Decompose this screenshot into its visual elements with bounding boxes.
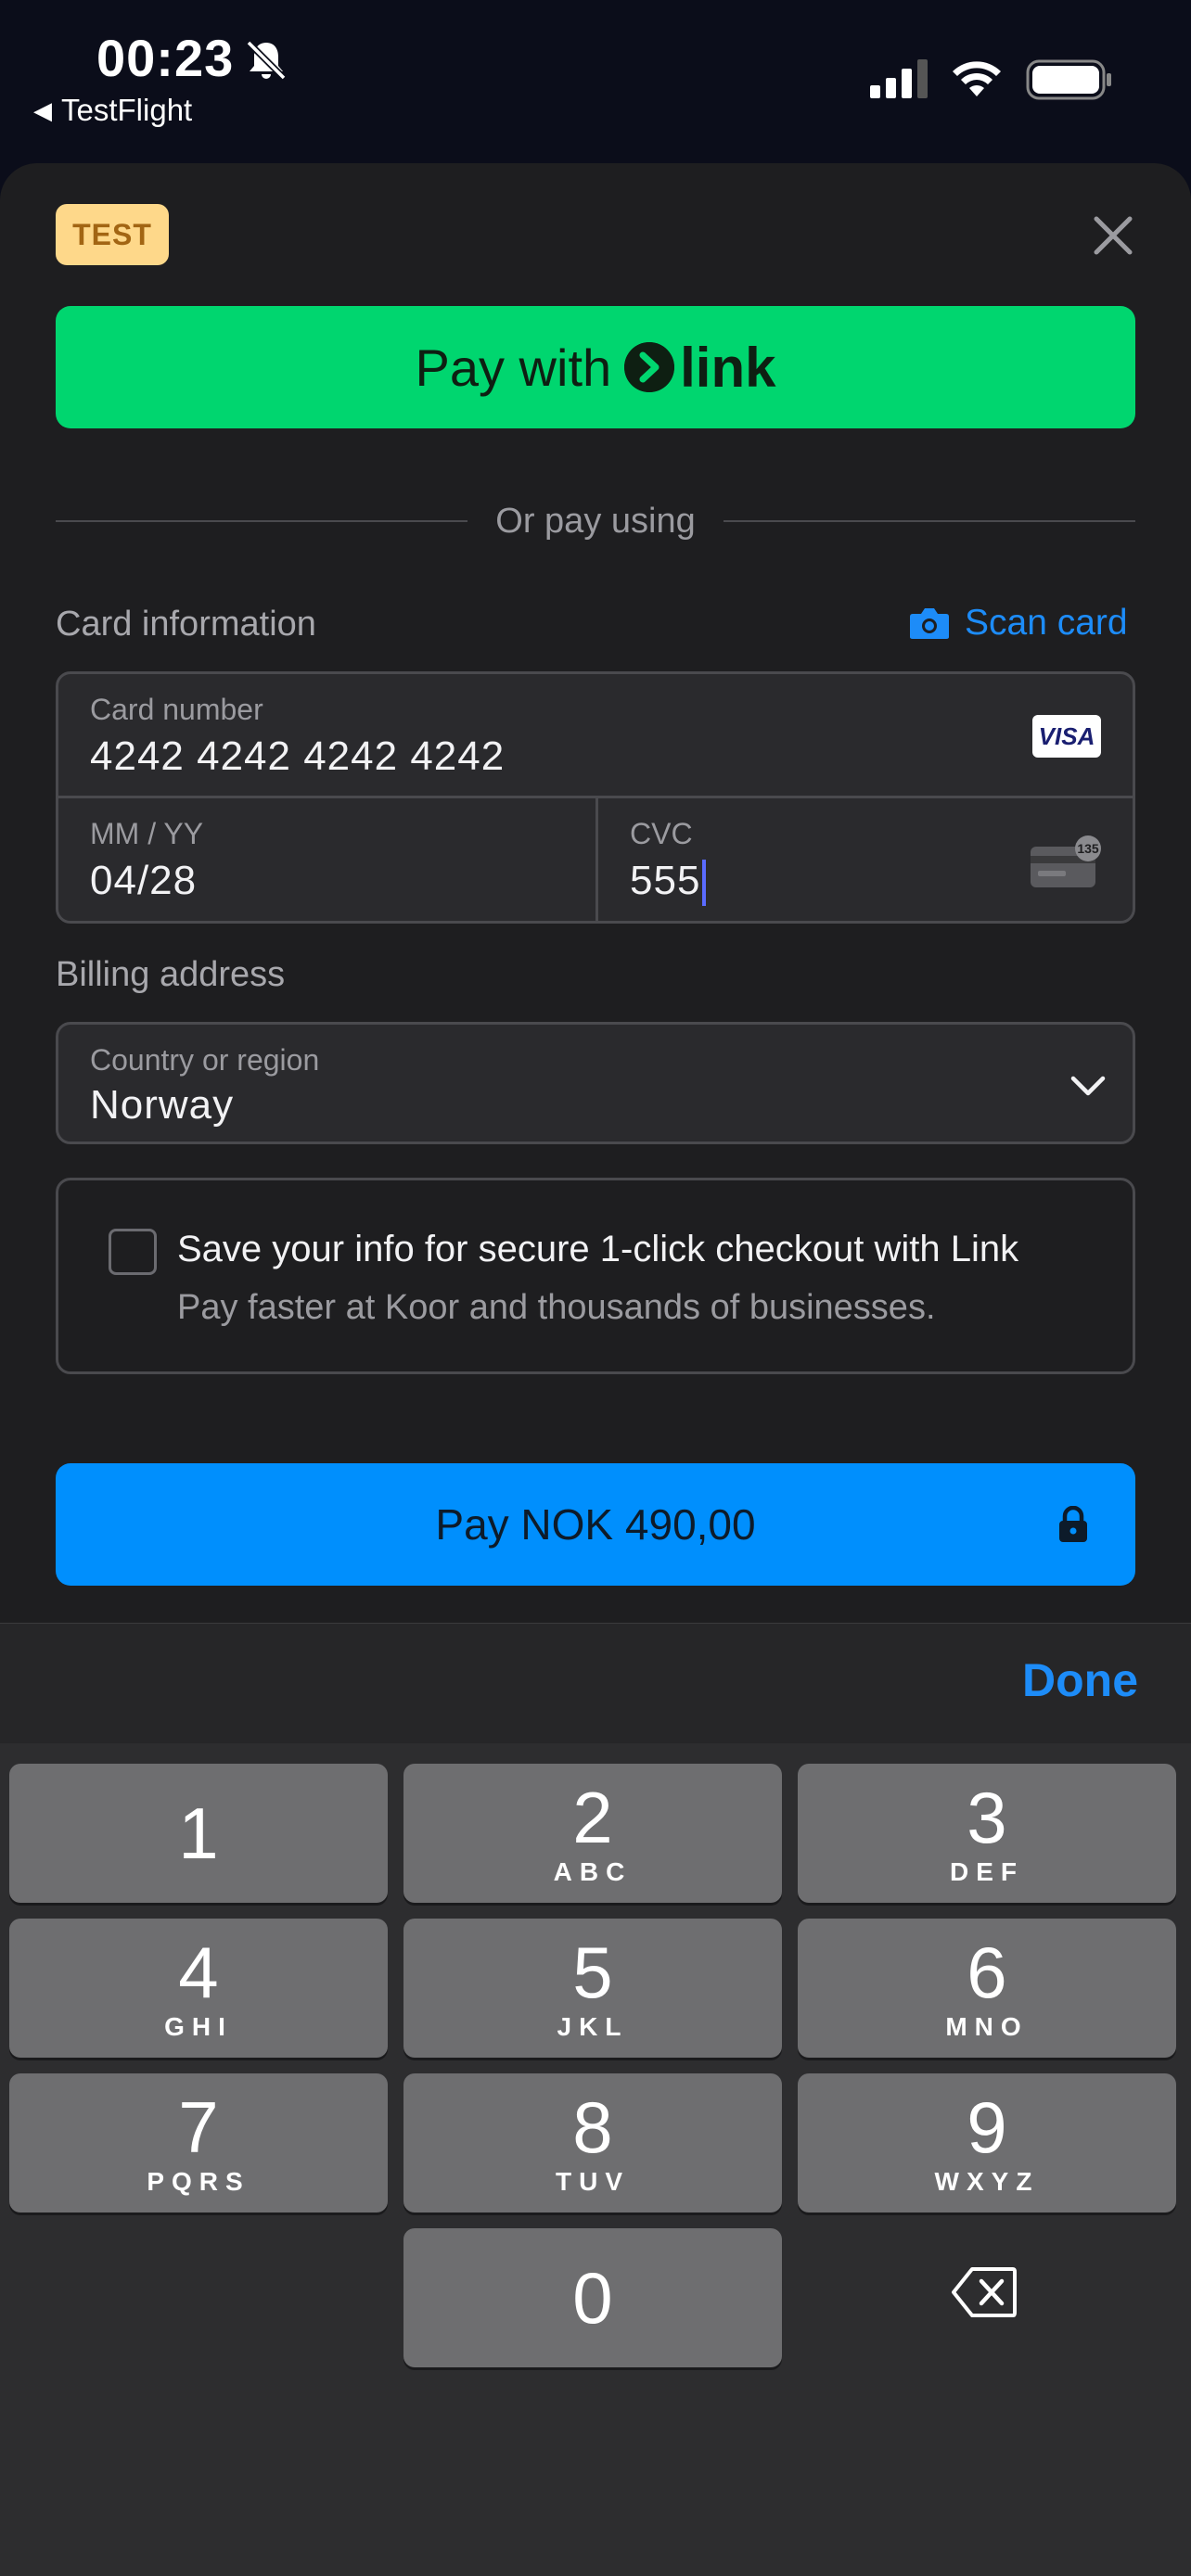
link-chevron-icon — [624, 342, 675, 392]
scan-card-label: Scan card — [965, 603, 1128, 643]
key-number: 6 — [967, 1932, 1007, 2013]
back-to-app-link[interactable]: ◀ TestFlight — [33, 93, 192, 128]
key-letters: ABC — [553, 1857, 633, 1886]
key-number: 4 — [178, 1932, 219, 2013]
keyboard-toolbar: Done — [0, 1623, 1191, 1743]
camera-icon — [910, 608, 949, 639]
card-number-label: Card number — [90, 693, 263, 726]
done-button[interactable]: Done — [1022, 1653, 1138, 1707]
battery-icon — [1026, 59, 1111, 100]
divider-line-left — [56, 520, 468, 522]
divider-line-right — [723, 520, 1136, 522]
key-number: 1 — [178, 1792, 219, 1874]
save-info-checkbox[interactable] — [109, 1229, 157, 1275]
save-info-title: Save your info for secure 1-click checko… — [177, 1229, 1019, 1269]
cvc-value-wrapper: 555 — [630, 858, 707, 907]
cvc-label: CVC — [630, 817, 693, 850]
link-logo: link — [624, 336, 776, 400]
lock-icon — [1059, 1506, 1087, 1542]
key-1[interactable]: 1 — [9, 1764, 388, 1903]
key-2[interactable]: 2 ABC — [403, 1764, 782, 1903]
chevron-down-icon — [1070, 1076, 1106, 1096]
expiry-label: MM / YY — [90, 817, 204, 850]
link-brand-text: link — [680, 336, 776, 399]
cvc-field[interactable]: CVC 555 135 — [598, 798, 1133, 921]
key-number: 0 — [572, 2257, 613, 2339]
pay-with-link-button[interactable]: Pay with link — [56, 306, 1135, 428]
status-bar: 00:23 ◀ TestFlight — [0, 0, 1191, 163]
key-5[interactable]: 5 JKL — [403, 1919, 782, 2058]
key-number: 3 — [967, 1777, 1007, 1858]
text-cursor — [702, 860, 707, 907]
key-letters: TUV — [556, 2167, 630, 2196]
back-triangle-icon: ◀ — [33, 96, 52, 124]
key-9[interactable]: 9 WXYZ — [798, 2073, 1176, 2213]
key-8[interactable]: 8 TUV — [403, 2073, 782, 2213]
key-letters: MNO — [945, 2012, 1029, 2041]
save-info-subtitle: Pay faster at Koor and thousands of busi… — [177, 1288, 936, 1327]
key-4[interactable]: 4 GHI — [9, 1919, 388, 2058]
test-mode-badge: TEST — [56, 204, 169, 265]
key-letters: DEF — [950, 1857, 1024, 1886]
key-number: 9 — [967, 2086, 1007, 2168]
key-number: 8 — [572, 2086, 613, 2168]
key-letters: PQRS — [147, 2167, 250, 2196]
scan-card-button[interactable]: Scan card — [909, 603, 1128, 644]
country-label: Country or region — [90, 1043, 320, 1077]
expiry-field[interactable]: MM / YY 04/28 — [58, 798, 598, 921]
key-6[interactable]: 6 MNO — [798, 1919, 1176, 2058]
key-letters: WXYZ — [934, 2167, 1040, 2196]
key-3[interactable]: 3 DEF — [798, 1764, 1176, 1903]
backspace-icon[interactable] — [952, 2266, 1017, 2318]
pay-button[interactable]: Pay NOK 490,00 — [56, 1463, 1135, 1586]
card-details-box: Card number 4242 4242 4242 4242 VISA MM … — [56, 671, 1135, 924]
cvc-hint-text: 135 — [1077, 841, 1099, 856]
payment-sheet: TEST Pay with link Or pay using Card inf… — [0, 163, 1191, 1623]
pay-button-label: Pay NOK 490,00 — [435, 1500, 756, 1549]
cvc-card-icon: 135 — [1031, 835, 1101, 887]
country-value: Norway — [90, 1082, 235, 1128]
key-0[interactable]: 0 — [403, 2228, 782, 2367]
wifi-icon — [953, 61, 1001, 96]
key-letters: JKL — [557, 2012, 629, 2041]
cellular-signal-icon — [870, 59, 928, 98]
key-number: 2 — [572, 1777, 613, 1858]
cvc-value: 555 — [630, 858, 701, 903]
country-select[interactable]: Country or region Norway — [56, 1022, 1135, 1144]
key-number: 5 — [572, 1932, 613, 2013]
card-number-value: 4242 4242 4242 4242 — [90, 733, 506, 779]
close-icon[interactable] — [1091, 213, 1135, 258]
key-number: 7 — [178, 2086, 219, 2168]
or-pay-using-divider: Or pay using — [56, 493, 1136, 549]
bell-slash-icon — [246, 40, 287, 81]
status-time: 00:23 — [96, 29, 235, 87]
visa-card-icon: VISA — [1032, 715, 1101, 758]
billing-address-title: Billing address — [56, 955, 286, 994]
key-7[interactable]: 7 PQRS — [9, 2073, 388, 2213]
expiry-value: 04/28 — [90, 858, 198, 903]
back-app-label: TestFlight — [61, 93, 193, 127]
card-number-field[interactable]: Card number 4242 4242 4242 4242 VISA — [58, 674, 1133, 798]
card-information-title: Card information — [56, 605, 316, 644]
link-button-prefix: Pay with — [415, 338, 612, 397]
save-info-link-box: Save your info for secure 1-click checko… — [56, 1178, 1135, 1374]
key-letters: GHI — [164, 2012, 233, 2041]
divider-text: Or pay using — [495, 501, 696, 541]
